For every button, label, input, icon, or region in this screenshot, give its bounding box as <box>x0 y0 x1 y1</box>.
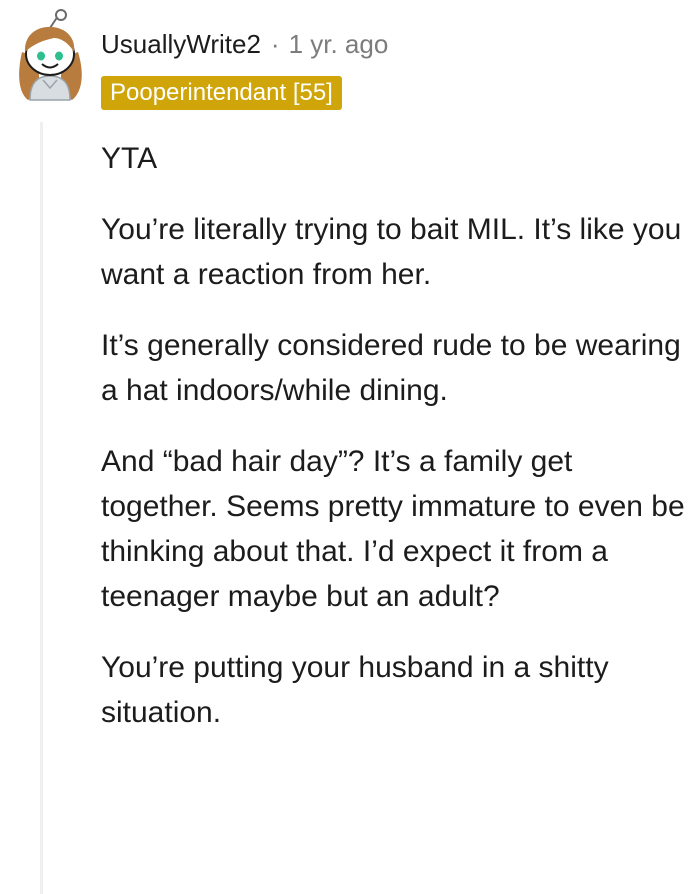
comment-meta: UsuallyWrite2 · 1 yr. ago <box>101 26 388 62</box>
comment-timestamp[interactable]: 1 yr. ago <box>289 29 389 60</box>
comment-paragraph: You’re putting your husband in a shitty … <box>101 651 609 729</box>
thread-collapse-line[interactable] <box>40 122 43 894</box>
user-flair-badge: Pooperintendant [55] <box>101 76 342 110</box>
comment-body: YTA You’re literally trying to bait MIL.… <box>101 136 693 761</box>
comment-paragraph: You’re literally trying to bait MIL. It’… <box>101 213 682 291</box>
author-username-link[interactable]: UsuallyWrite2 <box>101 29 261 60</box>
meta-separator: · <box>270 28 280 59</box>
comment-paragraph: And “bad hair day”? It’s a family get to… <box>101 445 685 613</box>
comment-paragraph: It’s generally considered rude to be wea… <box>101 329 681 407</box>
comment: UsuallyWrite2 · 1 yr. ago Pooperintendan… <box>0 0 700 894</box>
user-avatar[interactable] <box>8 8 92 104</box>
comment-paragraph: YTA <box>101 142 158 175</box>
snoo-avatar-icon <box>19 9 82 101</box>
